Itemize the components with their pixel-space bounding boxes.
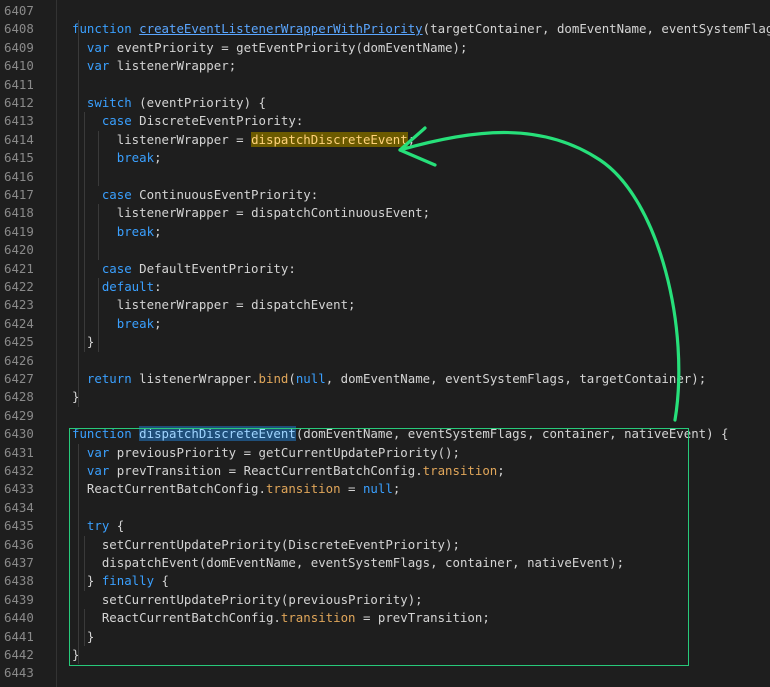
line-number: 6436: [4, 536, 34, 552]
line-number: 6440: [4, 610, 34, 626]
code-line: 6420: [0, 241, 770, 259]
line-number: 6443: [4, 665, 34, 681]
code-line: 6412 switch (eventPriority) {: [0, 94, 770, 112]
line-number: 6416: [4, 168, 34, 184]
code-line: 6410 var listenerWrapper;: [0, 57, 770, 75]
line-number: 6427: [4, 371, 34, 386]
line-code: listenerWrapper = dispatchContinuousEven…: [116, 205, 431, 221]
indent-guide: [84, 112, 85, 352]
indent-guide: [98, 204, 99, 260]
code-line: 6418 listenerWrapper = dispatchContinuou…: [0, 204, 770, 222]
line-number: 6430: [4, 426, 34, 442]
line-number: 6419: [4, 223, 34, 239]
indent-guide: [98, 130, 99, 186]
line-number: 6414: [4, 131, 34, 147]
line-number: 6424: [4, 315, 34, 331]
code-line: 6411: [0, 76, 770, 94]
line-code: break;: [116, 223, 162, 239]
line-number: 6438: [4, 573, 34, 589]
line-number: 6431: [4, 444, 34, 460]
line-number: 6434: [4, 499, 34, 515]
line-number: 6420: [4, 242, 34, 258]
code-line: 6416: [0, 168, 770, 186]
code-line: 6407: [0, 2, 770, 20]
indent-guide: [98, 278, 99, 352]
line-number: 6441: [4, 628, 34, 644]
line-number: 6407: [4, 3, 34, 18]
line-number: 6417: [4, 187, 34, 202]
code-line: 6429: [0, 407, 770, 425]
indent-guide: [78, 20, 79, 407]
line-code: listenerWrapper = dispatchDiscreteEvent;: [116, 131, 416, 147]
line-number: 6435: [4, 518, 34, 534]
line-code: default:: [101, 279, 162, 294]
line-number: 6433: [4, 481, 34, 497]
line-number: 6411: [4, 76, 34, 92]
line-code: var listenerWrapper;: [86, 58, 237, 74]
code-line: 6422 default:: [0, 278, 770, 296]
code-line: 6419 break;: [0, 223, 770, 241]
code-line: 6408 function createEventListenerWrapperW…: [0, 20, 770, 38]
code-line: 6415 break;: [0, 149, 770, 167]
line-code: switch (eventPriority) {: [86, 95, 266, 110]
code-line: 6421 case DefaultEventPriority:: [0, 260, 770, 278]
line-code: case DiscreteEventPriority:: [101, 113, 304, 129]
code-editor[interactable]: 6407 6408 function createEventListenerWrap…: [0, 0, 770, 687]
code-line: 6424 break;: [0, 315, 770, 333]
line-number: 6429: [4, 407, 34, 423]
line-number: 6418: [4, 205, 34, 221]
line-number: 6439: [4, 591, 34, 607]
line-code: break;: [116, 315, 162, 331]
line-number: 6423: [4, 297, 34, 313]
line-number: 6421: [4, 260, 34, 276]
line-code: case ContinuousEventPriority:: [101, 187, 319, 202]
line-number: 6426: [4, 352, 34, 368]
line-number: 6437: [4, 555, 34, 570]
line-number: 6425: [4, 334, 34, 350]
line-number: 6409: [4, 39, 34, 55]
line-code: break;: [116, 150, 162, 166]
line-number: 6442: [4, 647, 34, 662]
line-number: 6415: [4, 150, 34, 166]
function-highlight-box: [69, 428, 689, 666]
line-number: 6408: [4, 21, 34, 37]
line-code: var eventPriority = getEventPriority(dom…: [86, 39, 468, 55]
code-line: 6417 case ContinuousEventPriority:: [0, 186, 770, 204]
code-line: 6428}: [0, 388, 770, 406]
code-line: 6413 case DiscreteEventPriority:: [0, 112, 770, 130]
line-code: function createEventListenerWrapperWithP…: [72, 21, 770, 37]
line-code: case DefaultEventPriority:: [101, 260, 296, 276]
code-line: 6423 listenerWrapper = dispatchEvent;: [0, 296, 770, 314]
line-number: 6413: [4, 113, 34, 129]
line-code: return listenerWrapper.bind(null, domEve…: [86, 371, 707, 386]
line-number: 6422: [4, 279, 34, 294]
code-line: 6409 var eventPriority = getEventPriorit…: [0, 39, 770, 57]
line-code: listenerWrapper = dispatchEvent;: [116, 297, 356, 313]
code-line: 6443: [0, 664, 770, 682]
line-number: 6428: [4, 389, 34, 405]
code-line: 6427 return listenerWrapper.bind(null, d…: [0, 370, 770, 388]
code-line: 6426: [0, 352, 770, 370]
line-number: 6412: [4, 95, 34, 110]
line-number: 6432: [4, 463, 34, 478]
line-number: 6410: [4, 58, 34, 74]
code-line: 6425 }: [0, 333, 770, 351]
code-line: 6414 listenerWrapper = dispatchDiscreteE…: [0, 131, 770, 149]
